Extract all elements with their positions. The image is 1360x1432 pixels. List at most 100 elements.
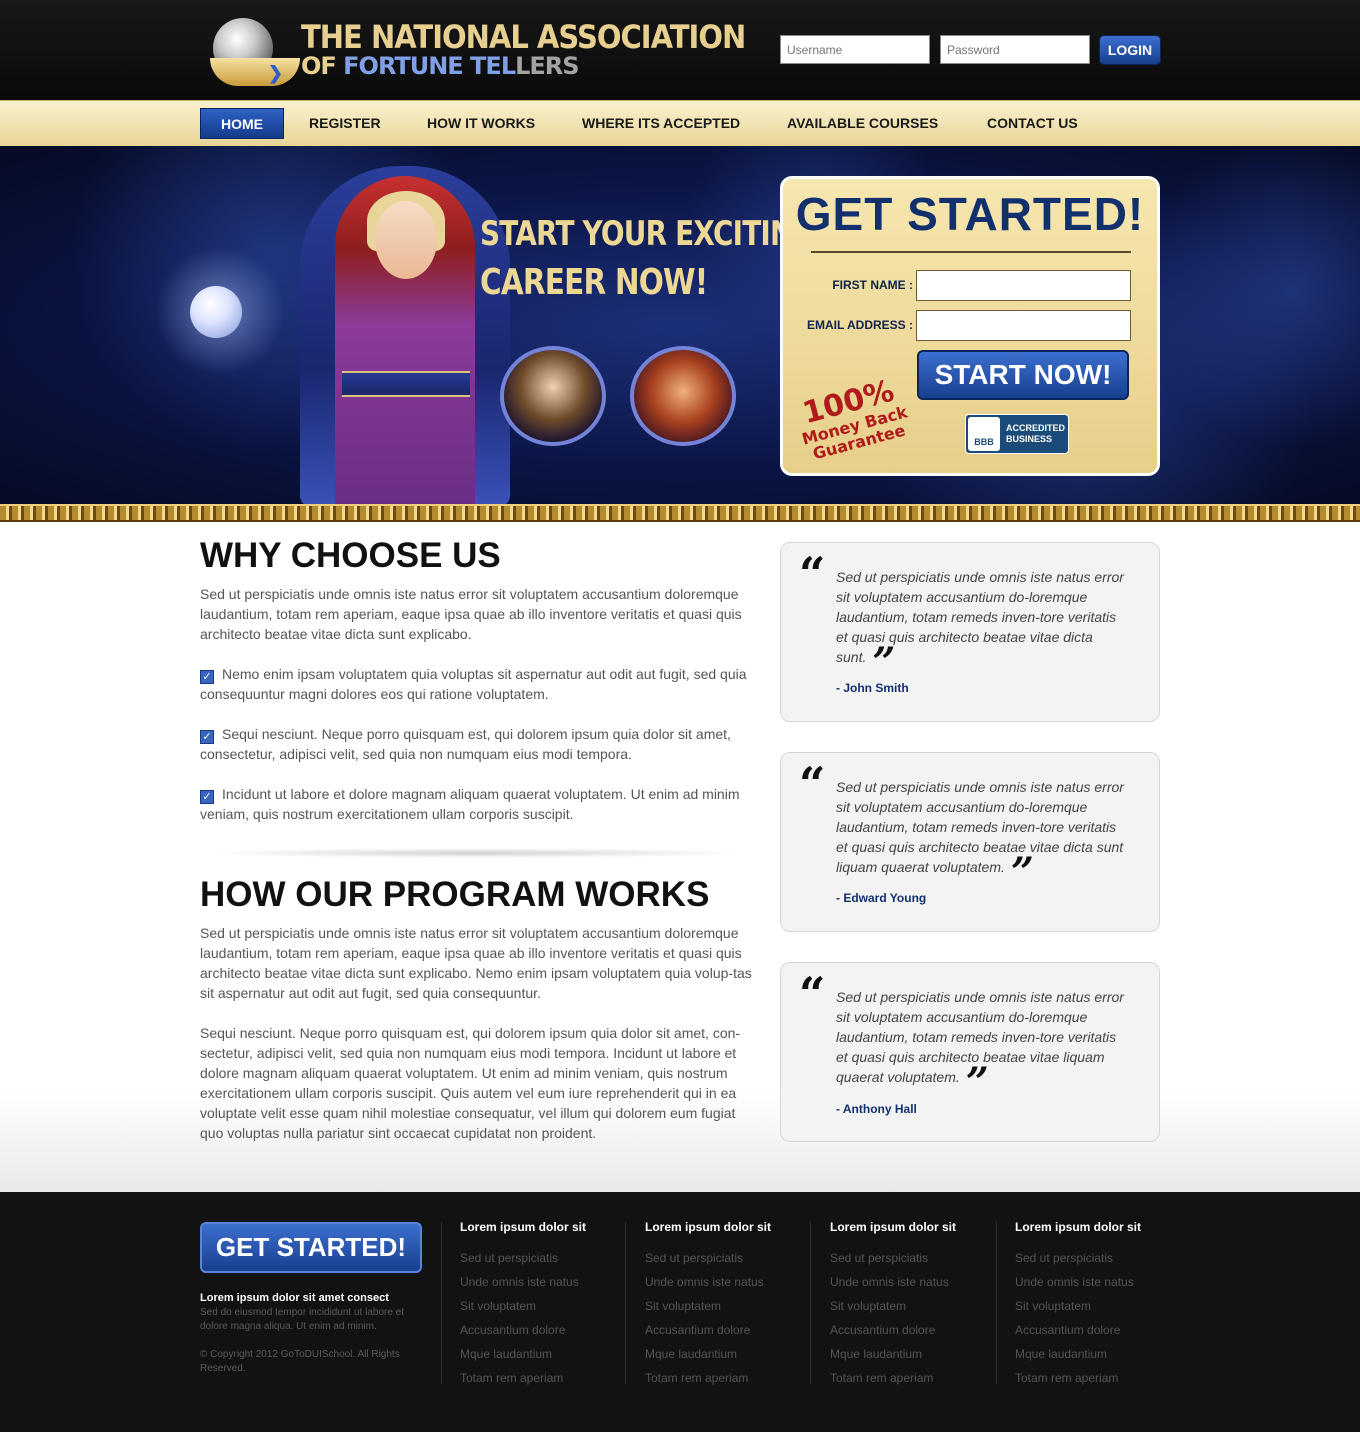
how-paragraph-1: Sed ut perspiciatis unde omnis iste natu…	[200, 925, 752, 1001]
footer-link[interactable]: Mque laudantium	[830, 1342, 1000, 1366]
nav-available-courses[interactable]: AVAILABLE COURSES	[787, 108, 938, 139]
testimonial-quote-text: Sed ut perspiciatis unde omnis iste natu…	[836, 779, 1124, 875]
footer-link[interactable]: Mque laudantium	[1015, 1342, 1185, 1366]
footer-link[interactable]: Accusantium dolore	[460, 1318, 630, 1342]
hero-tagline-line1: START YOUR EXCITING	[480, 214, 815, 254]
footer-column-heading: Lorem ipsum dolor sit	[830, 1220, 957, 1234]
footer-link[interactable]: Totam rem aperiam	[645, 1366, 815, 1390]
first-name-input[interactable]	[916, 270, 1131, 301]
footer-link[interactable]: Totam rem aperiam	[1015, 1366, 1185, 1390]
footer-link[interactable]: Totam rem aperiam	[830, 1366, 1000, 1390]
why-choose-us-heading: WHY CHOOSE US	[200, 536, 501, 575]
testimonial-author: - John Smith	[836, 681, 909, 695]
fortune-teller-thumbnail-2	[630, 346, 736, 446]
hero-banner: START YOUR EXCITING CAREER NOW! GET STAR…	[0, 146, 1360, 506]
bbb-text-line1: ACCREDITED	[1006, 423, 1066, 433]
footer-column-heading: Lorem ipsum dolor sit	[460, 1220, 587, 1234]
footer-column-separator	[625, 1222, 626, 1384]
footer-link-column: Lorem ipsum dolor sit Sed ut perspiciati…	[830, 1220, 1000, 1390]
password-input[interactable]	[940, 35, 1090, 64]
quote-open-icon: “	[799, 757, 826, 811]
logo-subtitle-fortune: FORTUNE TEL	[343, 52, 516, 80]
footer-link[interactable]: Unde omnis iste natus	[830, 1270, 1000, 1294]
quote-open-icon: “	[799, 967, 826, 1021]
footer-get-started-button[interactable]: GET STARTED!	[200, 1222, 422, 1273]
testimonial-card: “ Sed ut perspiciatis unde omnis iste na…	[780, 962, 1160, 1142]
footer-link-column: Lorem ipsum dolor sit Sed ut perspiciati…	[645, 1220, 815, 1390]
bbb-text: ACCREDITED BUSINESS	[1006, 423, 1065, 445]
logo-subtitle-lers: LERS	[515, 52, 579, 80]
testimonial-card: “ Sed ut perspiciatis unde omnis iste na…	[780, 752, 1160, 932]
footer-link[interactable]: Mque laudantium	[460, 1342, 630, 1366]
footer-link-column: Lorem ipsum dolor sit Sed ut perspiciati…	[460, 1220, 630, 1390]
fortune-teller-face	[375, 201, 437, 279]
quote-close-icon: ”	[872, 639, 896, 686]
footer-link[interactable]: Sed ut perspiciatis	[830, 1246, 1000, 1270]
quote-close-icon: ”	[1010, 849, 1034, 896]
title-divider	[811, 251, 1131, 253]
quote-close-icon: ”	[965, 1059, 989, 1106]
quote-open-icon: “	[799, 547, 826, 601]
footer-column-separator	[996, 1222, 997, 1384]
testimonial-quote: Sed ut perspiciatis unde omnis iste natu…	[836, 567, 1126, 683]
feature-item: ✓ Sequi nesciunt. Neque porro quisquam es…	[200, 724, 752, 764]
chevron-right-icon: ❯	[268, 63, 284, 83]
footer-column-separator	[441, 1222, 442, 1384]
get-started-form: GET STARTED! FIRST NAME : EMAIL ADDRESS …	[780, 176, 1160, 476]
hero-tagline-line2: CAREER NOW!	[480, 262, 708, 303]
feature-text: Incidunt ut labore et dolore magnam aliq…	[200, 786, 740, 822]
footer: GET STARTED! Lorem ipsum dolor sit amet …	[0, 1192, 1360, 1432]
feature-item: ✓ Incidunt ut labore et dolore magnam ali…	[200, 784, 752, 824]
footer-link[interactable]: Sit voluptatem	[645, 1294, 815, 1318]
checkbox-checked-icon: ✓	[200, 730, 214, 744]
footer-copyright: © Copyright 2012 GoToDUISchool. All Righ…	[200, 1349, 400, 1374]
login-button[interactable]: LOGIN	[1099, 35, 1161, 65]
footer-link[interactable]: Sit voluptatem	[460, 1294, 630, 1318]
testimonial-quote: Sed ut perspiciatis unde omnis iste natu…	[836, 987, 1126, 1103]
footer-link[interactable]: Mque laudantium	[645, 1342, 815, 1366]
footer-link[interactable]: Sit voluptatem	[1015, 1294, 1185, 1318]
email-address-label: EMAIL ADDRESS :	[806, 318, 913, 332]
testimonial-quote: Sed ut perspiciatis unde omnis iste natu…	[836, 777, 1126, 893]
footer-link[interactable]: Totam rem aperiam	[460, 1366, 630, 1390]
footer-link[interactable]: Unde omnis iste natus	[1015, 1270, 1185, 1294]
main-nav: HOME REGISTER HOW IT WORKS WHERE ITS ACC…	[0, 100, 1360, 146]
footer-link[interactable]: Accusantium dolore	[830, 1318, 1000, 1342]
start-now-button[interactable]: START NOW!	[917, 350, 1129, 400]
fortune-teller-thumbnail-1	[500, 346, 606, 446]
nav-home[interactable]: HOME	[200, 108, 284, 139]
bbb-accredited-badge[interactable]: BBB ACCREDITED BUSINESS	[965, 414, 1069, 454]
footer-column-heading: Lorem ipsum dolor sit	[645, 1220, 772, 1234]
footer-link[interactable]: Accusantium dolore	[645, 1318, 815, 1342]
checkbox-checked-icon: ✓	[200, 670, 214, 684]
header-bar: ❯ THE NATIONAL ASSOCIATION OF FORTUNE TE…	[0, 0, 1360, 100]
footer-column-separator	[810, 1222, 811, 1384]
hero-gold-border	[0, 504, 1360, 522]
footer-link[interactable]: Sed ut perspiciatis	[1015, 1246, 1185, 1270]
footer-link-column: Lorem ipsum dolor sit Sed ut perspiciati…	[1015, 1220, 1185, 1390]
get-started-title: GET STARTED!	[795, 188, 1145, 240]
logo-subtitle[interactable]: OF FORTUNE TELLERS	[301, 52, 580, 80]
fortune-teller-belt	[342, 371, 470, 397]
logo-title[interactable]: THE NATIONAL ASSOCIATION	[301, 18, 746, 55]
footer-link[interactable]: Sed ut perspiciatis	[460, 1246, 630, 1270]
footer-link[interactable]: Sed ut perspiciatis	[645, 1246, 815, 1270]
nav-how-it-works[interactable]: HOW IT WORKS	[427, 108, 535, 139]
footer-link[interactable]: Accusantium dolore	[1015, 1318, 1185, 1342]
checkbox-checked-icon: ✓	[200, 790, 214, 804]
footer-about-text: Sed do eiusmod tempor incididunt ut labo…	[200, 1307, 405, 1332]
footer-link[interactable]: Unde omnis iste natus	[645, 1270, 815, 1294]
feature-text: Sequi nesciunt. Neque porro quisquam est…	[200, 726, 731, 762]
footer-link[interactable]: Sit voluptatem	[830, 1294, 1000, 1318]
how-paragraph-2: Sequi nesciunt. Neque porro quisquam est…	[200, 1025, 741, 1141]
username-input[interactable]	[780, 35, 930, 64]
how-program-works-heading: HOW OUR PROGRAM WORKS	[200, 875, 710, 914]
nav-register[interactable]: REGISTER	[309, 108, 381, 139]
email-address-input[interactable]	[916, 310, 1131, 341]
bbb-text-line2: BUSINESS	[1006, 434, 1053, 444]
logo-subtitle-of: OF	[301, 52, 344, 80]
footer-link[interactable]: Unde omnis iste natus	[460, 1270, 630, 1294]
why-intro-text: Sed ut perspiciatis unde omnis iste natu…	[200, 586, 742, 642]
nav-contact-us[interactable]: CONTACT US	[987, 108, 1078, 139]
nav-where-its-accepted[interactable]: WHERE ITS ACCEPTED	[582, 108, 740, 139]
